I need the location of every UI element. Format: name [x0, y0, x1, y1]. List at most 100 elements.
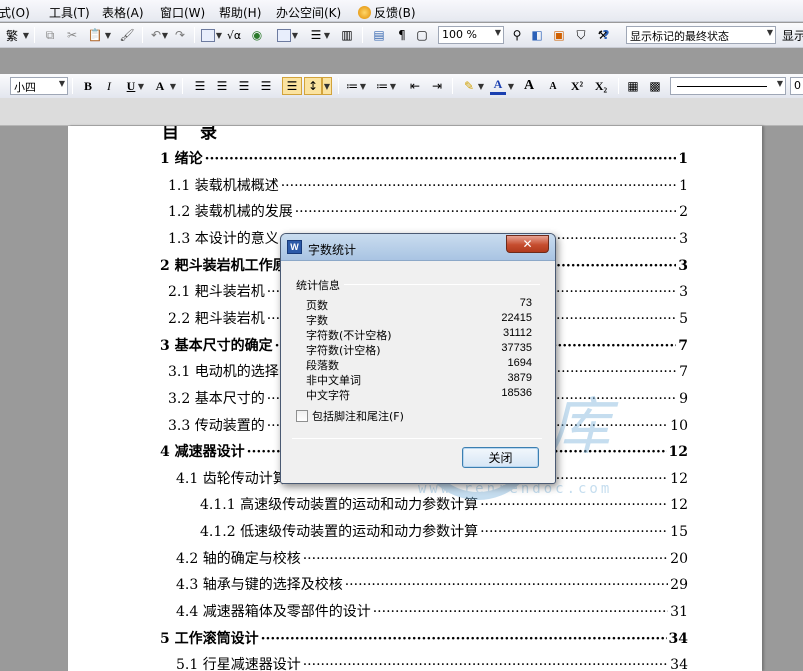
- toc-entry[interactable]: 4.2 轴的确定与校核 20: [176, 548, 688, 570]
- drawing-icon[interactable]: ▥: [338, 26, 356, 44]
- table-icon[interactable]: [200, 26, 216, 44]
- toc-entry[interactable]: 1 绪论 1: [160, 148, 688, 170]
- globe-icon[interactable]: ◉: [248, 26, 266, 44]
- read-mode-icon[interactable]: ▢: [414, 26, 430, 44]
- menu-office-space[interactable]: 办公空间(K): [276, 4, 341, 21]
- traditional-chinese-button[interactable]: 繁: [4, 26, 20, 44]
- align-center-icon[interactable]: ☰: [214, 77, 230, 95]
- gift-icon[interactable]: ▣: [550, 26, 568, 44]
- toc-entry[interactable]: 4.4 减速器箱体及零部件的设计 31: [176, 601, 688, 623]
- close-icon[interactable]: ✕: [506, 235, 549, 253]
- line-spacing-icon[interactable]: ↕: [304, 77, 322, 95]
- stat-row: 段落数 1694: [306, 357, 532, 372]
- chevron-down-icon: ▼: [776, 79, 783, 88]
- toc-entry-title: 4 减速器设计: [160, 444, 245, 460]
- distributed-align-icon[interactable]: ☰: [282, 77, 302, 95]
- chevron-down-icon[interactable]: ▼: [104, 26, 112, 44]
- toc-entry[interactable]: 4.1.2 低速级传动装置的运动和动力参数计算 15: [200, 521, 688, 543]
- show-menu-button[interactable]: 显示: [782, 26, 803, 44]
- insert-table-icon[interactable]: [276, 26, 292, 44]
- decrease-indent-icon[interactable]: ⇤: [406, 77, 424, 95]
- zoom-select[interactable]: 100 % ▼: [438, 26, 504, 44]
- find-icon[interactable]: ⚲: [508, 26, 526, 44]
- borders-icon[interactable]: ▦: [624, 77, 642, 95]
- toc-entry[interactable]: 1.2 装载机械的发展 2: [168, 201, 688, 223]
- question-icon[interactable]: ?: [597, 26, 615, 44]
- document-map-icon[interactable]: ▤: [370, 26, 388, 44]
- underline-button[interactable]: U: [124, 77, 138, 95]
- format-painter-icon[interactable]: 🖌: [118, 26, 136, 44]
- grow-font-button[interactable]: A: [520, 77, 538, 95]
- columns-icon[interactable]: ☰: [308, 26, 324, 44]
- chevron-down-icon[interactable]: ▼: [292, 26, 298, 44]
- chevron-down-icon[interactable]: ▼: [138, 77, 144, 95]
- zoom-value: 100 %: [442, 28, 477, 41]
- italic-button[interactable]: I: [102, 77, 116, 95]
- chevron-down-icon[interactable]: ▼: [322, 77, 332, 95]
- markup-state-select[interactable]: 显示标记的最终状态 ▼: [626, 26, 776, 44]
- chevron-down-icon[interactable]: ▼: [478, 77, 484, 95]
- font-size-select[interactable]: 小四 ▼: [10, 77, 68, 95]
- menu-help[interactable]: 帮助(H): [219, 4, 261, 21]
- font-color-button[interactable]: A: [490, 77, 506, 95]
- toc-entry[interactable]: 5 工作滚筒设计 34: [160, 628, 688, 650]
- numbered-list-icon[interactable]: ≔: [344, 77, 360, 95]
- toc-entry-page: 5: [679, 311, 688, 327]
- show-hide-icon[interactable]: ¶: [394, 26, 410, 44]
- toc-entry-page: 7: [678, 338, 688, 354]
- align-right-icon[interactable]: ☰: [236, 77, 252, 95]
- formula-icon[interactable]: √α: [224, 26, 244, 44]
- include-footnotes-option[interactable]: 包括脚注和尾注(F): [296, 408, 404, 424]
- justify-icon[interactable]: ☰: [258, 77, 274, 95]
- close-button[interactable]: 关闭: [462, 447, 539, 468]
- copy-icon[interactable]: ⧉: [42, 26, 58, 44]
- bold-button[interactable]: B: [80, 77, 96, 95]
- toc-entry[interactable]: 4.1.1 高速级传动装置的运动和动力参数计算 12: [200, 494, 688, 516]
- dialog-body: 统计信息 页数 73 字数 22415 字符数(不计空格) 31112 字符数(计空格) 37…: [286, 263, 551, 477]
- toc-leader-dots: [480, 497, 668, 513]
- stat-label: 页数: [306, 299, 328, 312]
- redo-icon[interactable]: ↷: [172, 26, 188, 44]
- toolbar-divider: [618, 78, 619, 94]
- chevron-down-icon[interactable]: ▼: [360, 77, 366, 95]
- chevron-down-icon[interactable]: ▼: [324, 26, 330, 44]
- include-footnotes-checkbox[interactable]: [296, 410, 308, 422]
- paste-icon[interactable]: 📋: [86, 26, 104, 44]
- chevron-down-icon[interactable]: ▼: [22, 26, 30, 44]
- help-icon[interactable]: ◧: [528, 26, 546, 44]
- menu-feedback[interactable]: 反馈(B): [358, 4, 416, 21]
- menu-format[interactable]: 式(O): [0, 4, 30, 21]
- line-style-select[interactable]: ▼: [670, 77, 786, 95]
- toc-entry[interactable]: 5.1 行星减速器设计 34: [176, 654, 688, 671]
- toc-entry[interactable]: 1.1 装载机械概述 1: [168, 175, 688, 197]
- highlight-icon[interactable]: ✎: [460, 77, 478, 95]
- increase-indent-icon[interactable]: ⇥: [428, 77, 446, 95]
- bulleted-list-icon[interactable]: ≔: [374, 77, 390, 95]
- stat-label: 非中文单词: [306, 374, 361, 387]
- menu-table[interactable]: 表格(A): [102, 4, 144, 21]
- chevron-down-icon[interactable]: ▼: [508, 77, 514, 95]
- standard-toolbar: 繁 ▼ ⧉ ✂ 📋 ▼ 🖌 ↶ ▼ ↷ ▼ √α ◉ ▼ ☰ ▼ ▥ ▤ ¶ ▢…: [0, 23, 803, 48]
- superscript-button[interactable]: X²: [566, 77, 588, 95]
- toc-entry-title: 4.3 轴承与键的选择及校核: [176, 577, 343, 593]
- chevron-down-icon[interactable]: ▼: [390, 77, 396, 95]
- line-style-preview: [677, 86, 767, 87]
- chevron-down-icon[interactable]: ▼: [216, 26, 222, 44]
- line-width-select[interactable]: 0: [790, 77, 803, 95]
- dialog-titlebar[interactable]: W 字数统计 ✕: [281, 234, 555, 261]
- menu-window[interactable]: 窗口(W): [160, 4, 205, 21]
- chevron-down-icon[interactable]: ▼: [170, 77, 176, 95]
- subscript-button[interactable]: X₂: [590, 77, 612, 95]
- shading-icon[interactable]: ▩: [646, 77, 664, 95]
- toc-entry-page: 7: [679, 364, 688, 380]
- font-effects-button[interactable]: A: [152, 77, 168, 95]
- shrink-font-button[interactable]: A: [544, 77, 562, 95]
- toc-leader-dots: [480, 524, 668, 540]
- wps-writer-icon: W: [287, 240, 302, 254]
- menu-tools[interactable]: 工具(T): [49, 4, 90, 21]
- toc-entry[interactable]: 4.3 轴承与键的选择及校核 29: [176, 574, 688, 596]
- shirt-icon[interactable]: ⛉: [572, 26, 590, 44]
- cut-icon[interactable]: ✂: [64, 26, 80, 44]
- chevron-down-icon[interactable]: ▼: [162, 26, 168, 44]
- align-left-icon[interactable]: ☰: [192, 77, 208, 95]
